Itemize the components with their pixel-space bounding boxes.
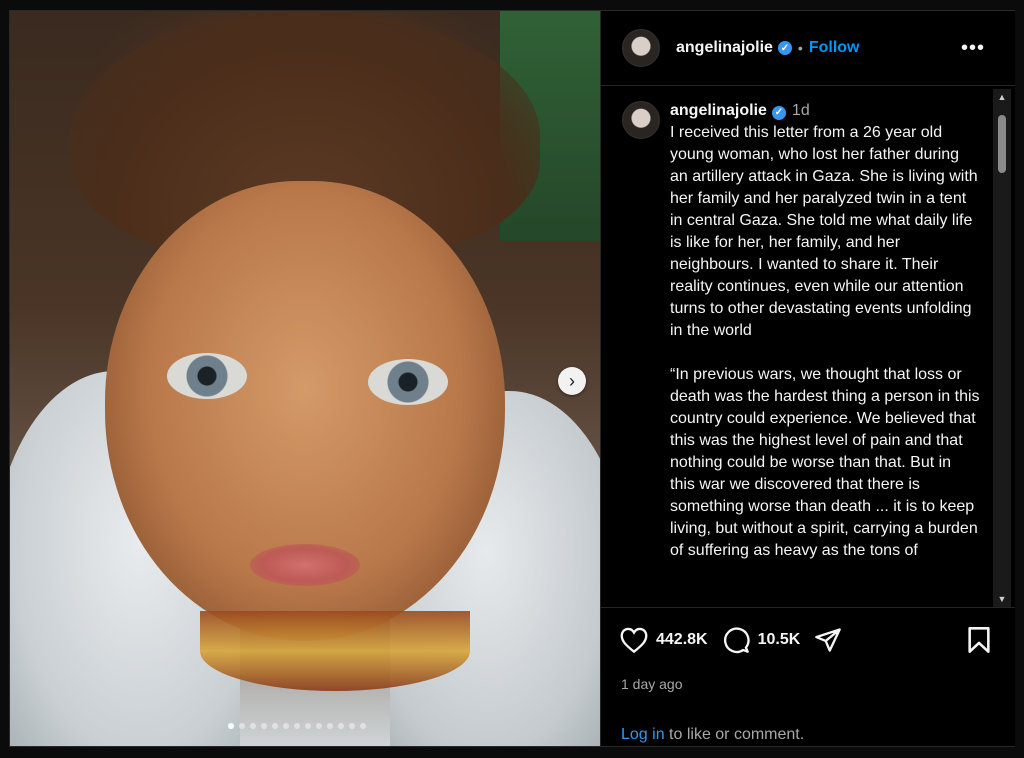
- bookmark-icon[interactable]: [967, 626, 991, 654]
- carousel-dot: [305, 723, 311, 729]
- carousel-dot: [283, 723, 289, 729]
- follow-button[interactable]: Follow: [809, 39, 860, 57]
- scroll-up-arrow-icon[interactable]: ▲: [993, 89, 1011, 105]
- caption-timestamp[interactable]: 1d: [792, 102, 810, 119]
- login-prompt-text: to like or comment.: [664, 726, 805, 743]
- next-slide-button[interactable]: ›: [558, 367, 586, 395]
- post-sidebar: angelinajolie ✓ • Follow ••• angelinajol…: [600, 11, 1015, 746]
- login-link[interactable]: Log in: [621, 726, 665, 743]
- carousel-dot: [349, 723, 355, 729]
- image-eye-left: [167, 353, 247, 399]
- like-count[interactable]: 442.8K: [656, 631, 708, 649]
- actions-section: 442.8K 10.5K 1 day ago Log in to like or…: [601, 607, 1015, 748]
- action-buttons-row: 442.8K 10.5K: [620, 626, 842, 654]
- carousel-dot: [228, 723, 234, 729]
- carousel-dot: [294, 723, 300, 729]
- post-image[interactable]: ›: [10, 11, 600, 746]
- carousel-dot: [360, 723, 366, 729]
- caption-scrollbar[interactable]: ▲ ▼: [993, 89, 1011, 607]
- share-paper-plane-icon[interactable]: [814, 626, 842, 654]
- caption-verified-badge-icon: ✓: [771, 106, 786, 120]
- scrollbar-thumb[interactable]: [998, 115, 1006, 173]
- carousel-dot: [327, 723, 333, 729]
- carousel-dot: [316, 723, 322, 729]
- carousel-dot: [250, 723, 256, 729]
- like-heart-icon[interactable]: [620, 627, 648, 653]
- comment-count[interactable]: 10.5K: [758, 631, 801, 649]
- caption-avatar[interactable]: [622, 101, 660, 139]
- scroll-down-arrow-icon[interactable]: ▼: [993, 591, 1011, 607]
- verified-badge-icon: ✓: [777, 41, 792, 55]
- username-link[interactable]: angelinajolie: [676, 39, 773, 57]
- post-header: angelinajolie ✓ • Follow •••: [601, 11, 1015, 86]
- avatar[interactable]: [622, 29, 660, 67]
- carousel-indicator: [228, 723, 366, 729]
- image-eye-right: [368, 359, 448, 405]
- separator-dot: •: [797, 40, 803, 56]
- caption-username-link[interactable]: angelinajolie: [670, 102, 767, 119]
- image-collar: [200, 611, 470, 691]
- image-mouth: [250, 544, 360, 586]
- carousel-dot: [338, 723, 344, 729]
- caption-paragraph-2: “In previous wars, we thought that loss …: [670, 366, 980, 559]
- post-modal: › angelinajolie ✓ • Follow ••• angelinaj…: [9, 10, 1015, 747]
- more-options-icon[interactable]: •••: [961, 37, 985, 60]
- login-prompt: Log in to like or comment.: [621, 726, 804, 744]
- caption-paragraph-1: I received this letter from a 26 year ol…: [670, 124, 978, 339]
- carousel-dot: [239, 723, 245, 729]
- caption-body: angelinajolie ✓ 1d I received this letter …: [670, 100, 980, 584]
- carousel-dot: [272, 723, 278, 729]
- carousel-dot: [261, 723, 267, 729]
- post-age[interactable]: 1 day ago: [621, 676, 683, 692]
- chevron-right-icon: ›: [569, 370, 575, 391]
- comment-bubble-icon[interactable]: [722, 626, 750, 654]
- caption-area[interactable]: angelinajolie ✓ 1d I received this letter …: [601, 86, 993, 606]
